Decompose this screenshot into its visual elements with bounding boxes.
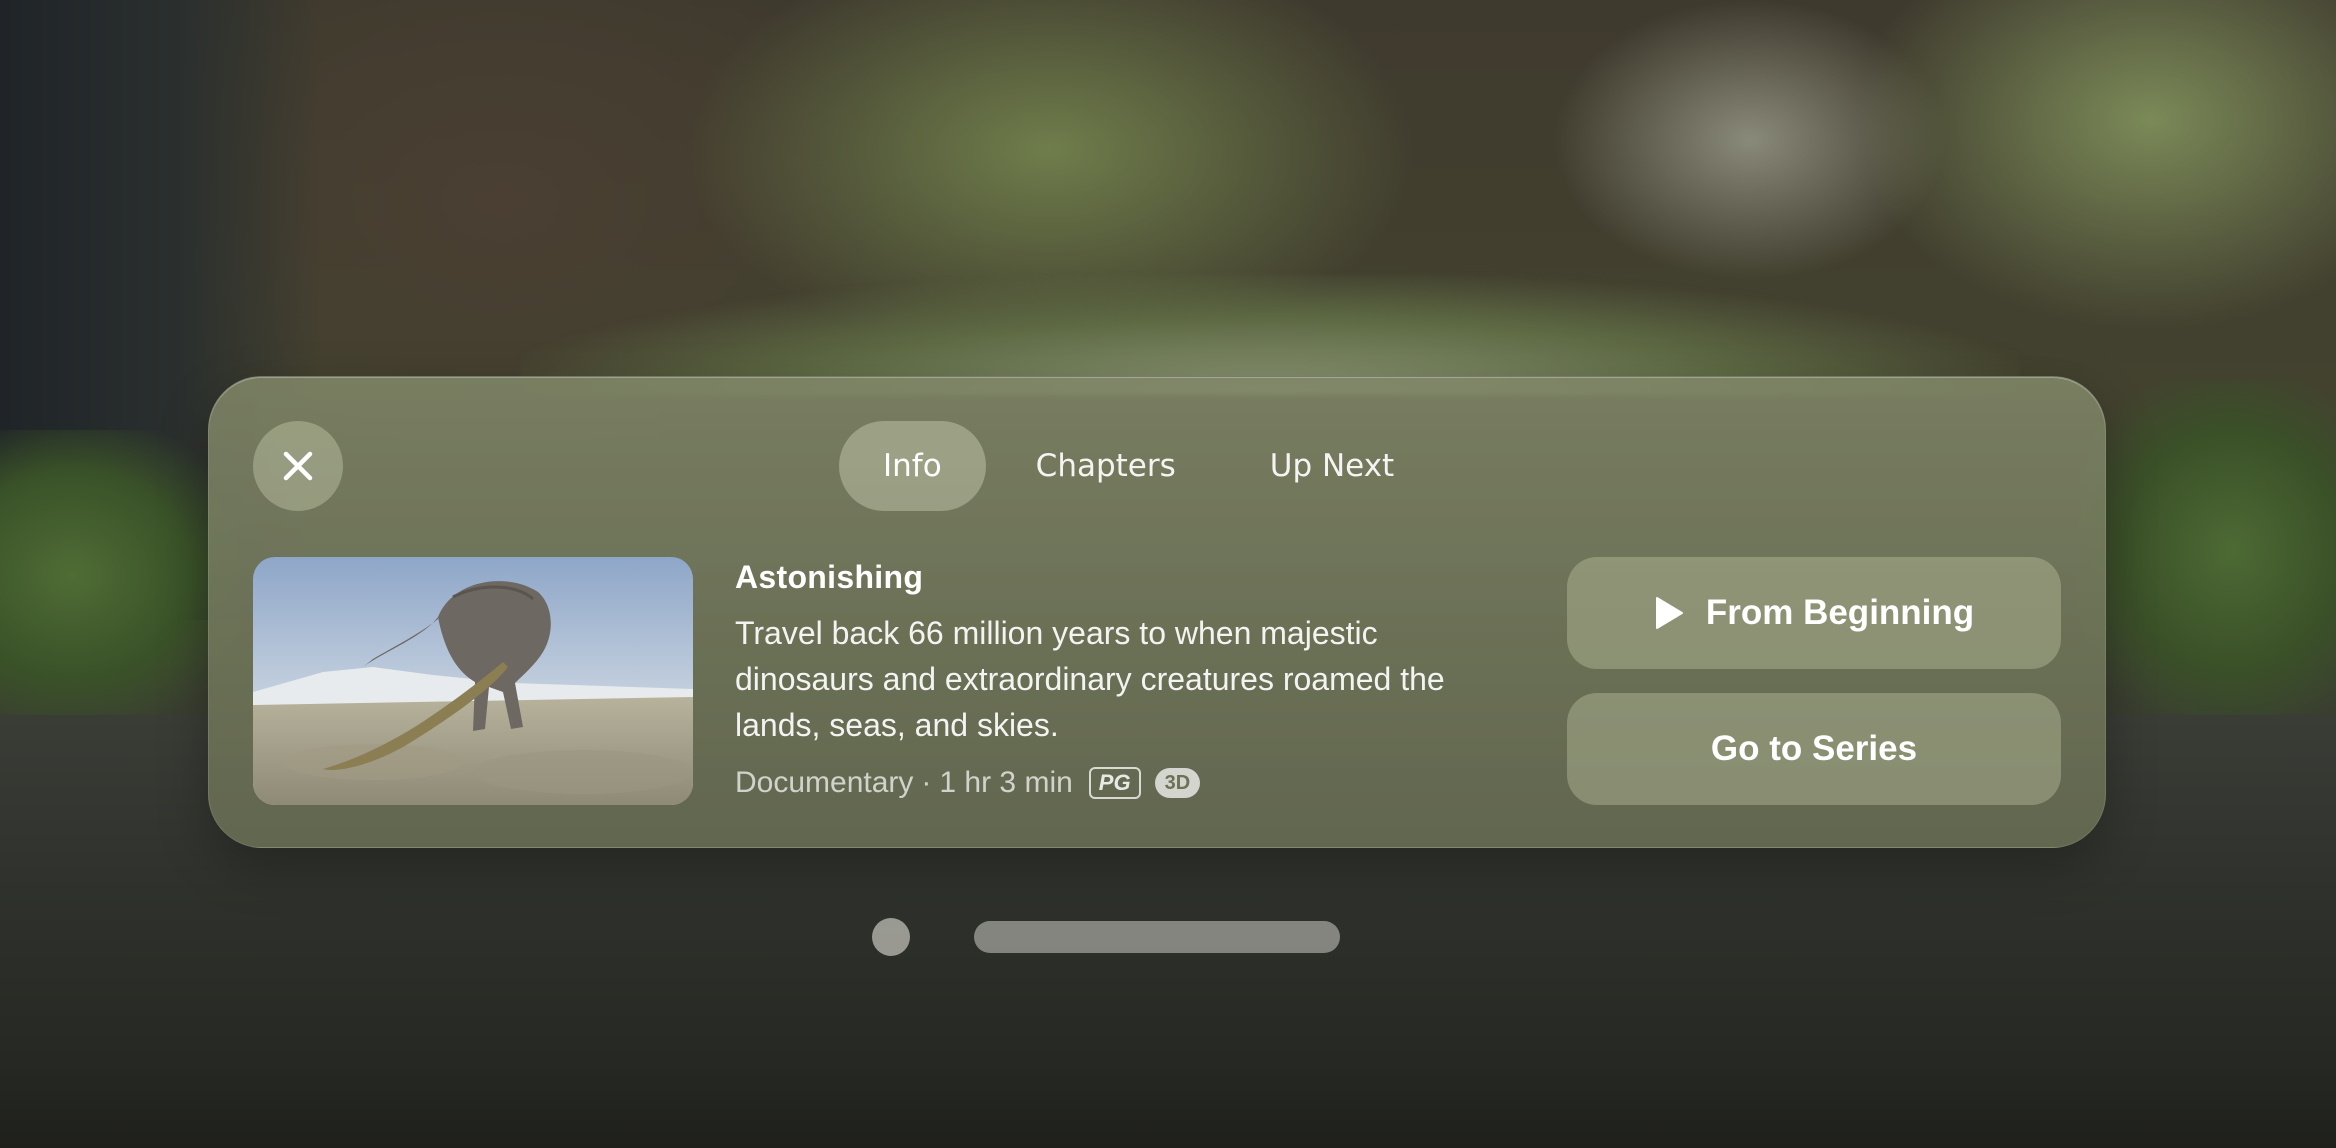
close-button[interactable] xyxy=(253,421,343,511)
from-beginning-label: From Beginning xyxy=(1705,593,1975,632)
tab-up-next[interactable]: Up Next xyxy=(1226,421,1438,511)
episode-thumbnail xyxy=(253,557,693,805)
episode-title: Astonishing xyxy=(735,559,924,595)
tab-chapters[interactable]: Chapters xyxy=(992,421,1220,511)
tab-bar: Info Chapters Up Next xyxy=(839,421,1438,511)
meta-separator: · xyxy=(921,766,932,799)
from-beginning-button[interactable]: From Beginning xyxy=(1567,557,2061,669)
info-panel: Info Chapters Up Next Astonishing Travel… xyxy=(208,376,2106,848)
episode-meta: Documentary · 1 hr 3 min PG 3D xyxy=(735,766,1535,800)
episode-info: Astonishing Travel back 66 million years… xyxy=(735,559,1535,800)
fern-foliage-right xyxy=(2076,380,2336,720)
duration-label: 1 hr 3 min xyxy=(939,766,1073,799)
play-icon xyxy=(1655,597,1683,629)
window-grab-bar[interactable] xyxy=(974,921,1340,953)
fern-foliage-left xyxy=(0,430,240,720)
tab-info[interactable]: Info xyxy=(839,421,986,511)
format-badge: 3D xyxy=(1154,768,1201,798)
window-close-dot[interactable] xyxy=(872,918,910,956)
go-to-series-button[interactable]: Go to Series xyxy=(1567,693,2061,805)
episode-description: Travel back 66 million years to when maj… xyxy=(735,615,1445,743)
go-to-series-label: Go to Series xyxy=(1710,729,1918,768)
rating-badge: PG xyxy=(1088,767,1141,799)
close-icon xyxy=(283,451,313,481)
genre-label: Documentary xyxy=(735,766,914,799)
